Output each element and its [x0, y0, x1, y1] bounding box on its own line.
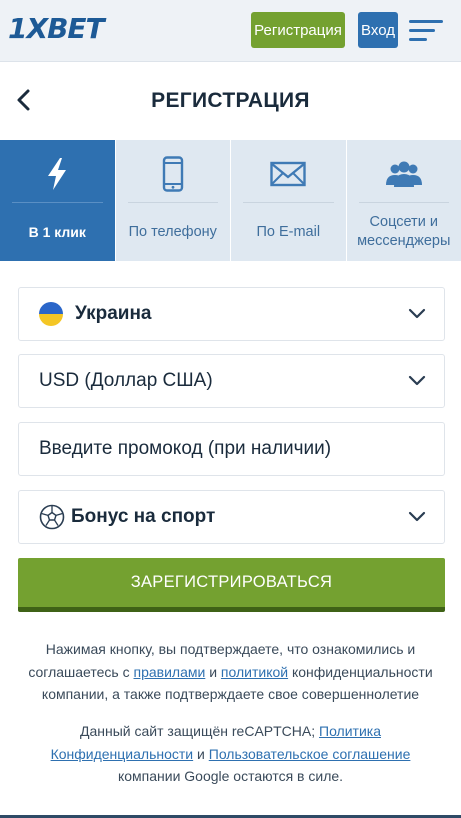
lightning-icon: [0, 156, 115, 192]
promo-code-placeholder: Введите промокод (при наличии): [39, 438, 332, 459]
tab-label: По E-mail: [256, 223, 321, 240]
chevron-down-icon: [408, 308, 426, 319]
policy-link[interactable]: политикой: [221, 664, 288, 680]
recaptcha-text: компании Google остаются в силе.: [117, 768, 344, 784]
recaptcha-text: и: [193, 745, 209, 762]
page-title: РЕГИСТРАЦИЯ: [151, 89, 310, 112]
ukraine-flag-icon: [39, 302, 63, 326]
currency-value: USD (Доллар США): [39, 370, 213, 391]
tab-one-click[interactable]: В 1 клик: [0, 140, 116, 261]
envelope-icon: [231, 156, 346, 192]
rules-link[interactable]: правилами: [134, 664, 206, 680]
tab-label: По телефону: [128, 223, 217, 240]
phone-icon: [116, 156, 231, 192]
currency-select[interactable]: USD (Доллар США): [18, 354, 445, 408]
top-header: 1XBET Регистрация Вход: [0, 0, 461, 62]
bonus-value: Бонус на спорт: [71, 506, 216, 527]
promo-code-input[interactable]: Введите промокод (при наличии): [18, 422, 445, 476]
recaptcha-text: Данный сайт защищён reCAPTCHA;: [80, 723, 320, 739]
terms-link[interactable]: Пользовательское соглашение: [209, 746, 411, 762]
registration-method-tabs: В 1 клик По телефону По E-mail Соцсети и…: [0, 140, 461, 261]
tab-label: Соцсети и мессенджеры: [357, 214, 451, 249]
submit-register-button[interactable]: ЗАРЕГИСТРИРОВАТЬСЯ: [18, 558, 445, 612]
users-icon: [347, 156, 461, 192]
tab-phone[interactable]: По телефону: [115, 140, 231, 261]
country-select[interactable]: Украина: [18, 287, 445, 341]
register-button[interactable]: Регистрация: [251, 12, 345, 48]
login-button[interactable]: Вход: [358, 12, 398, 48]
tab-divider: [243, 202, 334, 203]
chevron-down-icon: [408, 375, 426, 386]
chevron-down-icon: [408, 511, 426, 522]
tab-divider: [12, 202, 103, 203]
logo[interactable]: 1XBET: [8, 12, 105, 45]
tab-social[interactable]: Соцсети и мессенджеры: [346, 140, 461, 261]
consent-text: и: [205, 663, 221, 680]
tab-divider: [127, 202, 218, 203]
consent-note: Нажимая кнопку, вы подтверждаете, что оз…: [20, 638, 441, 706]
soccer-ball-icon: [39, 504, 65, 530]
recaptcha-note: Данный сайт защищён reCAPTCHA; Политика …: [20, 720, 441, 788]
country-value: Украина: [75, 303, 152, 324]
tab-divider: [358, 202, 449, 203]
tab-label: В 1 клик: [28, 223, 86, 240]
hamburger-menu-icon[interactable]: [409, 20, 443, 42]
title-bar: РЕГИСТРАЦИЯ: [0, 62, 461, 140]
tab-email[interactable]: По E-mail: [231, 140, 347, 261]
bonus-select[interactable]: Бонус на спорт: [18, 490, 445, 544]
